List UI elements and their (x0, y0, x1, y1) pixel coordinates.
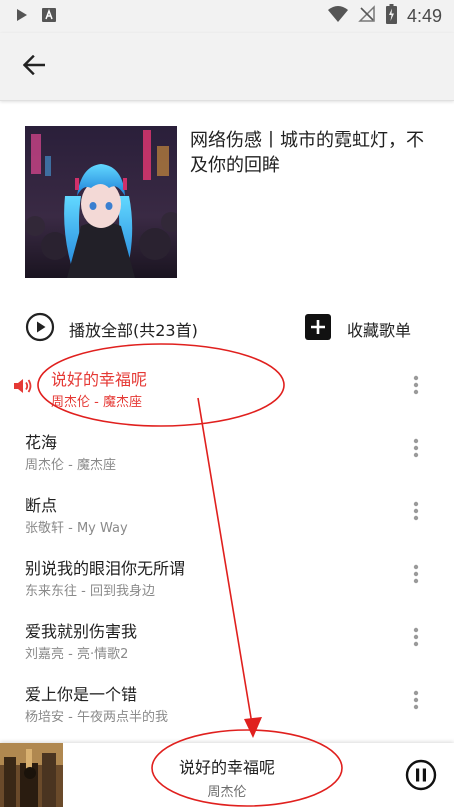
song-title: 说好的幸福呢 (51, 370, 148, 389)
now-playing-speaker-icon (13, 376, 33, 400)
play-all-button[interactable]: 播放全部(共23首) (25, 312, 198, 346)
song-title: 花海 (25, 433, 58, 452)
status-right: 4:49 (327, 4, 442, 28)
pause-button[interactable] (405, 759, 437, 791)
mini-player[interactable]: 说好的幸福呢 周杰伦 (0, 743, 454, 807)
play-store-icon (16, 7, 28, 26)
song-title: 爱上你是一个错 (25, 685, 138, 704)
more-options-icon[interactable] (406, 683, 426, 717)
more-options-icon[interactable] (406, 620, 426, 654)
app-bar (0, 33, 454, 101)
arrow-left-icon (22, 54, 46, 79)
play-circle-icon (25, 312, 55, 346)
playlist-cover (25, 126, 177, 278)
song-title: 别说我的眼泪你无所谓 (25, 559, 186, 578)
collect-playlist-button[interactable]: 收藏歌单 (305, 313, 411, 345)
song-item[interactable]: 断点 张敬轩 - My Way (0, 492, 454, 554)
no-signal-icon (358, 5, 376, 27)
status-left (16, 7, 56, 26)
more-options-icon[interactable] (406, 431, 426, 465)
song-item[interactable]: 爱上你是一个错 杨培安 - 午夜两点半的我 (0, 681, 454, 743)
song-item[interactable]: 别说我的眼泪你无所谓 东来东往 - 回到我身边 (0, 555, 454, 617)
song-item[interactable]: 花海 周杰伦 - 魔杰座 (0, 429, 454, 491)
more-options-icon[interactable] (406, 368, 426, 402)
wifi-icon (327, 5, 348, 27)
song-title: 断点 (25, 496, 58, 515)
player-artist: 周杰伦 (207, 785, 247, 800)
song-subtitle: 周杰伦 - 魔杰座 (51, 395, 142, 410)
battery-charging-icon (385, 4, 397, 28)
more-options-icon[interactable] (406, 494, 426, 528)
back-button[interactable] (16, 51, 52, 83)
collect-label: 收藏歌单 (347, 321, 412, 340)
play-all-label: 播放全部(共23首) (69, 321, 198, 340)
player-song-title: 说好的幸福呢 (178, 758, 275, 777)
playlist-title: 网络伤感丨城市的霓虹灯，不及你的回眸 (190, 130, 424, 176)
pause-icon (405, 759, 437, 795)
add-box-icon (305, 314, 331, 344)
song-item[interactable]: 爱我就别伤害我 刘嘉亮 - 亮·情歌2 (0, 618, 454, 680)
more-options-icon[interactable] (406, 557, 426, 591)
song-subtitle: 东来东往 - 回到我身边 (25, 584, 155, 599)
font-app-icon (42, 7, 56, 26)
song-item[interactable]: 说好的幸福呢 周杰伦 - 魔杰座 (0, 366, 454, 428)
song-title: 爱我就别伤害我 (25, 622, 138, 641)
status-bar: 4:49 (0, 0, 454, 33)
song-subtitle: 杨培安 - 午夜两点半的我 (25, 710, 168, 725)
status-time: 4:49 (406, 5, 442, 26)
song-subtitle: 周杰伦 - 魔杰座 (25, 458, 116, 473)
song-subtitle: 张敬轩 - My Way (25, 521, 128, 536)
song-subtitle: 刘嘉亮 - 亮·情歌2 (25, 647, 129, 662)
